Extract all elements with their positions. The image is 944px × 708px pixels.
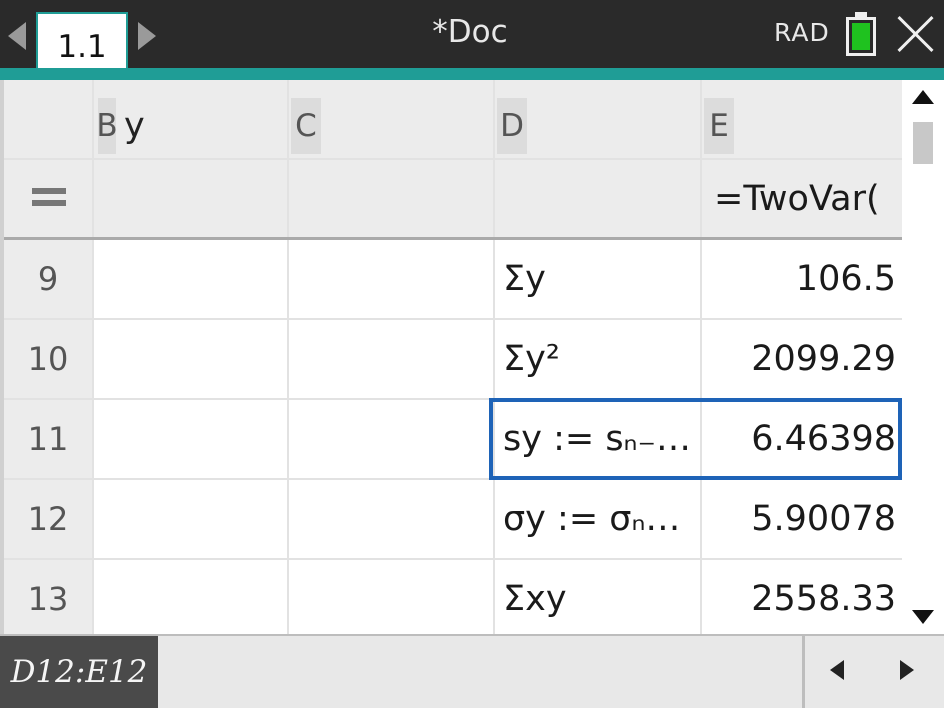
- formula-cell-c[interactable]: [289, 160, 495, 237]
- cell-c[interactable]: [289, 560, 495, 634]
- cell-e[interactable]: 2099.29: [702, 320, 902, 398]
- cell-reference-label: D12:E12: [0, 636, 158, 708]
- entry-bar-divider: [802, 636, 805, 708]
- row-number[interactable]: 12: [4, 480, 94, 558]
- cell-b[interactable]: [94, 240, 289, 318]
- row-number[interactable]: 9: [4, 240, 94, 318]
- row-number[interactable]: 10: [4, 320, 94, 398]
- column-header-row: B y C D E: [4, 80, 902, 160]
- cell-c[interactable]: [289, 400, 495, 478]
- next-page-arrow-icon[interactable]: [138, 22, 156, 50]
- scroll-left-arrow-icon[interactable]: [830, 660, 844, 680]
- cell-b[interactable]: [94, 560, 289, 634]
- formula-row-header[interactable]: [4, 160, 94, 237]
- column-letter-c: C: [291, 98, 321, 154]
- cell-b[interactable]: [94, 320, 289, 398]
- scroll-thumb[interactable]: [913, 122, 933, 164]
- formula-cell-d[interactable]: [495, 160, 702, 237]
- formula-equals-icon: [32, 188, 66, 212]
- scroll-right-arrow-icon[interactable]: [900, 660, 914, 680]
- table-row: 9 Σy 106.5: [4, 240, 902, 320]
- angle-mode-indicator: RAD: [774, 18, 830, 47]
- tab-accent-line: [0, 68, 944, 80]
- document-title: *Doc: [432, 14, 508, 50]
- cell-c[interactable]: [289, 240, 495, 318]
- vertical-scrollbar[interactable]: [902, 80, 944, 634]
- column-name-b: y: [124, 106, 145, 146]
- spreadsheet-grid: B y C D E =TwoVar( 9 Σy 106.5 10 Σy² 209…: [0, 80, 902, 634]
- formula-row: =TwoVar(: [4, 160, 902, 240]
- corner-cell[interactable]: [4, 80, 94, 158]
- entry-line-input[interactable]: [160, 636, 802, 708]
- cell-b[interactable]: [94, 400, 289, 478]
- cell-e[interactable]: 106.5: [702, 240, 902, 318]
- cell-c[interactable]: [289, 320, 495, 398]
- column-letter-e: E: [704, 98, 734, 154]
- column-header-d[interactable]: D: [495, 80, 702, 158]
- table-row: 11 sy := sₙ₋… 6.46398: [4, 400, 902, 480]
- battery-icon: [846, 12, 876, 56]
- column-header-e[interactable]: E: [702, 80, 902, 158]
- cell-e[interactable]: 6.46398: [702, 400, 902, 478]
- formula-cell-b[interactable]: [94, 160, 289, 237]
- cell-e[interactable]: 5.90078: [702, 480, 902, 558]
- scroll-down-arrow-icon[interactable]: [912, 610, 934, 624]
- cell-b[interactable]: [94, 480, 289, 558]
- column-header-b[interactable]: B y: [94, 80, 289, 158]
- scroll-up-arrow-icon[interactable]: [912, 90, 934, 104]
- cell-d[interactable]: σy := σₙ…: [495, 480, 702, 558]
- row-number[interactable]: 13: [4, 560, 94, 634]
- table-row: 10 Σy² 2099.29: [4, 320, 902, 400]
- formula-cell-e[interactable]: =TwoVar(: [702, 160, 902, 237]
- entry-bar: D12:E12: [0, 634, 944, 708]
- cell-d[interactable]: sy := sₙ₋…: [495, 400, 702, 478]
- cell-d[interactable]: Σy²: [495, 320, 702, 398]
- cell-c[interactable]: [289, 480, 495, 558]
- cell-e[interactable]: 2558.33: [702, 560, 902, 634]
- close-icon[interactable]: [896, 14, 936, 54]
- table-row: 12 σy := σₙ… 5.90078: [4, 480, 902, 560]
- column-letter-d: D: [497, 98, 527, 154]
- row-number[interactable]: 11: [4, 400, 94, 478]
- prev-page-arrow-icon[interactable]: [8, 22, 26, 50]
- cell-d[interactable]: Σxy: [495, 560, 702, 634]
- column-letter-b: B: [96, 98, 118, 154]
- table-row: 13 Σxy 2558.33: [4, 560, 902, 634]
- title-bar: 1.1 *Doc RAD: [0, 0, 944, 80]
- cell-d[interactable]: Σy: [495, 240, 702, 318]
- column-header-c[interactable]: C: [289, 80, 495, 158]
